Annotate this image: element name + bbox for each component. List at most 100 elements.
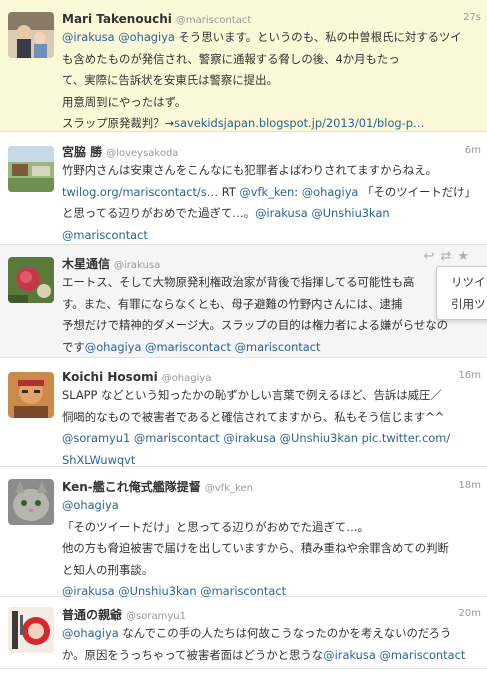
mention-link[interactable]: @mariscontact	[379, 648, 465, 662]
mention-link[interactable]: @ohagiya	[85, 340, 142, 354]
tweet-text-line: 他の方も脅迫被害で届けを出していますから、積み重ねや余罪含めての判断	[62, 538, 481, 560]
author-name[interactable]: Koichi Hosomi	[62, 370, 158, 384]
mention-link[interactable]: @soramyu1	[62, 431, 130, 445]
avatar[interactable]	[8, 607, 54, 653]
mention-link[interactable]: @irakusa	[323, 648, 376, 662]
text-segment: も含めたものが発信され、警察に通報する脅しの後、4か月もたっ	[62, 51, 400, 66]
mention-link[interactable]: @ohagiya	[118, 30, 175, 44]
url-link[interactable]: pic.twitter.com/	[362, 431, 451, 445]
tweet-item[interactable]: 宮脇 勝 @loveysakoda 6m 竹野内さんは安東さんをこんなにも犯罪者よ…	[0, 132, 487, 245]
url-link[interactable]: savekidsjapan.blogspot.jp/2013/01/blog-p…	[174, 116, 424, 130]
text-segment: エートス、そして大物原発利権政治家が背後で指揮してる可能性も高	[62, 275, 415, 289]
screen-name[interactable]: @loveysakoda	[106, 148, 178, 159]
url-link[interactable]: ShXLWuwqvt	[62, 453, 135, 467]
mention-link[interactable]: @mariscontact	[62, 228, 148, 242]
text-segment: 用意周到にやったはず。	[62, 94, 187, 109]
text-segment: 予想だけで精神的ダメージ大。スラップの目的は権力者による嫌がらせなの	[62, 318, 449, 332]
text-segment: です	[62, 339, 85, 354]
avatar[interactable]	[8, 479, 54, 525]
tweet-header: 宮脇 勝 @loveysakoda 6m	[62, 142, 481, 160]
mention-link[interactable]: @Unshiu3kan	[280, 431, 358, 445]
screen-name[interactable]: @soramyu1	[126, 611, 186, 622]
mention-link[interactable]: @mariscontact	[200, 584, 286, 598]
tweet-item[interactable]: 普通の親爺 @soramyu1 20m @ohagiya なんでこの手の人たちは何…	[0, 597, 487, 669]
text-segment: なんでこの手の人たちは何故こうなったのかを考えないのだろう	[118, 626, 452, 640]
tweet-text-line: と知人の刑事談。	[62, 560, 481, 582]
tweet-text: エートス、そして大物原発利権政治家が背後で指揮してる可能性も高 す。また、有罪にな…	[62, 272, 481, 358]
tweet-time[interactable]: 20m	[459, 605, 481, 623]
tweet-item[interactable]: Ken-艦これ俺式艦隊提督 @vfk_ken 18m @ohagiya 「そのツイー…	[0, 467, 487, 598]
text-segment: て、実際に告訴状を安東氏は警察に提出。	[62, 73, 278, 87]
text-segment: そう思います。というのも、私の中曽根氏に対するツイ	[174, 30, 462, 44]
author-name[interactable]: 普通の親爺	[62, 608, 122, 622]
screen-name[interactable]: @vfk_ken	[205, 483, 253, 494]
screen-name[interactable]: @ohagiya	[162, 373, 212, 384]
mention-link[interactable]: @irakusa	[255, 206, 308, 220]
text-segment: スラップ原発裁判？→	[62, 116, 175, 130]
author-name[interactable]: Ken-艦これ俺式艦隊提督	[62, 480, 201, 494]
tweet-text-line: か。原因をうっちゃって被害者面はどうかと思うな@irakusa @marisco…	[62, 645, 481, 667]
tweet-text-line: て、実際に告訴状を安東氏は警察に提出。	[62, 70, 481, 92]
text-segment: と知人の刑事談。	[62, 562, 154, 577]
tweet-header: 木星通信 @irakusa	[62, 254, 481, 272]
tweet-text-line: も含めたものが発信され、警察に通報する脅しの後、4か月もたっ	[62, 49, 481, 71]
tweet-text-line: @mariscontact	[62, 225, 481, 247]
tweet-text: @ohagiya なんでこの手の人たちは何故こうなったのかを考えないのだろう か。…	[62, 623, 481, 666]
quote-tweet-option[interactable]: 引用ツ	[451, 293, 487, 315]
tweet-time[interactable]: 16m	[459, 367, 481, 385]
tweet-text-line: @soramyu1 @mariscontact @irakusa @Unshiu…	[62, 428, 481, 450]
text-segment: 恫喝的なもので被害者であると確信されてますから、私もそう信じます^^	[62, 409, 445, 424]
mention-link[interactable]: @ohagiya	[302, 185, 359, 199]
tweet-text: 竹野内さんは安東さんをこんなにも犯罪者よばわりされてますからねえ。 twilog.…	[62, 160, 481, 246]
avatar[interactable]	[8, 257, 54, 303]
tweet-text-line: 「そのツイートだけ」と思ってる辺りがおめでた過ぎて…。	[62, 517, 481, 539]
author-name[interactable]: 木星通信	[62, 257, 110, 271]
text-segment: 竹野内さんは安東さんをこんなにも犯罪者よばわりされてますからねえ。	[62, 163, 437, 177]
tweet-time[interactable]: 6m	[465, 142, 481, 160]
text-segment: SLAPP などという知ったかの恥ずかしい言葉で例えるほど、告訴は威圧／	[62, 388, 442, 402]
mention-link[interactable]: @vfk_ken	[239, 185, 294, 199]
tweet-text-line: 恫喝的なもので被害者であると確信されてますから、私もそう信じます^^	[62, 407, 481, 429]
url-link[interactable]: twilog.org/mariscontact/s…	[62, 185, 218, 199]
retweet-menu: リツイ 引用ツ	[436, 266, 487, 320]
tweet-item[interactable]: Mari Takenouchi @mariscontact 27s @irakus…	[0, 0, 487, 132]
tweet-text-line: twilog.org/mariscontact/s… RT @vfk_ken: …	[62, 182, 481, 204]
mention-link[interactable]: @Unshiu3kan	[311, 206, 389, 220]
mention-link[interactable]: @ohagiya	[62, 626, 119, 640]
tweet-header: Mari Takenouchi @mariscontact 27s	[62, 9, 481, 27]
tweet-text: @ohagiya 「そのツイートだけ」と思ってる辺りがおめでた過ぎて…。他の方も脅…	[62, 495, 481, 603]
mention-link[interactable]: @irakusa	[223, 431, 276, 445]
author-name[interactable]: Mari Takenouchi	[62, 12, 172, 26]
author-name[interactable]: 宮脇 勝	[62, 145, 102, 159]
tweet-text: SLAPP などという知ったかの恥ずかしい言葉で例えるほど、告訴は威圧／ 恫喝的な…	[62, 385, 481, 471]
screen-name[interactable]: @irakusa	[114, 260, 160, 271]
mention-link[interactable]: @ohagiya	[62, 498, 119, 512]
avatar[interactable]	[8, 372, 54, 418]
tweet-text-line: 予想だけで精神的ダメージ大。スラップの目的は権力者による嫌がらせなの	[62, 315, 481, 337]
tweet-text-line: 用意周到にやったはず。	[62, 92, 481, 114]
tweet-header: 普通の親爺 @soramyu1 20m	[62, 605, 481, 623]
text-segment: 「そのツイートだけ」と思ってる辺りがおめでた過ぎて…。	[62, 519, 369, 534]
text-segment: 他の方も脅迫被害で届けを出していますから、積み重ねや余罪含めての判断	[62, 541, 449, 555]
mention-link[interactable]: @mariscontact	[235, 340, 321, 354]
text-segment: :	[294, 184, 302, 199]
avatar[interactable]	[8, 12, 54, 58]
screen-name[interactable]: @mariscontact	[176, 15, 251, 26]
mention-link[interactable]: @irakusa	[62, 30, 115, 44]
avatar[interactable]	[8, 146, 54, 192]
mention-link[interactable]: @mariscontact	[145, 340, 231, 354]
tweet-text-line: @ohagiya なんでこの手の人たちは何故こうなったのかを考えないのだろう	[62, 623, 481, 645]
tweet-text: @irakusa @ohagiya そう思います。というのも、私の中曽根氏に対す…	[62, 27, 481, 135]
tweet-item[interactable]: Koichi Hosomi @ohagiya 16m SLAPP などという知った…	[0, 358, 487, 467]
mention-link[interactable]: @irakusa	[62, 584, 115, 598]
mention-link[interactable]: @Unshiu3kan	[118, 584, 196, 598]
tweet-item[interactable]: ↩⇄★ 木星通信 @irakusa エートス、そして大物原発利権政治家が背後で指揮…	[0, 245, 487, 358]
tweet-time[interactable]: 27s	[463, 9, 481, 27]
tweet-text-line: と思ってる辺りがおめでた過ぎて…。@irakusa @Unshiu3kan	[62, 203, 481, 225]
mention-link[interactable]: @mariscontact	[134, 431, 220, 445]
tweet-header: Ken-艦これ俺式艦隊提督 @vfk_ken 18m	[62, 477, 481, 495]
text-segment: か。原因をうっちゃって被害者面はどうかと思うな	[62, 647, 324, 662]
tweet-text-line: 竹野内さんは安東さんをこんなにも犯罪者よばわりされてますからねえ。	[62, 160, 481, 182]
retweet-option[interactable]: リツイ	[451, 271, 487, 293]
tweet-time[interactable]: 18m	[459, 477, 481, 495]
